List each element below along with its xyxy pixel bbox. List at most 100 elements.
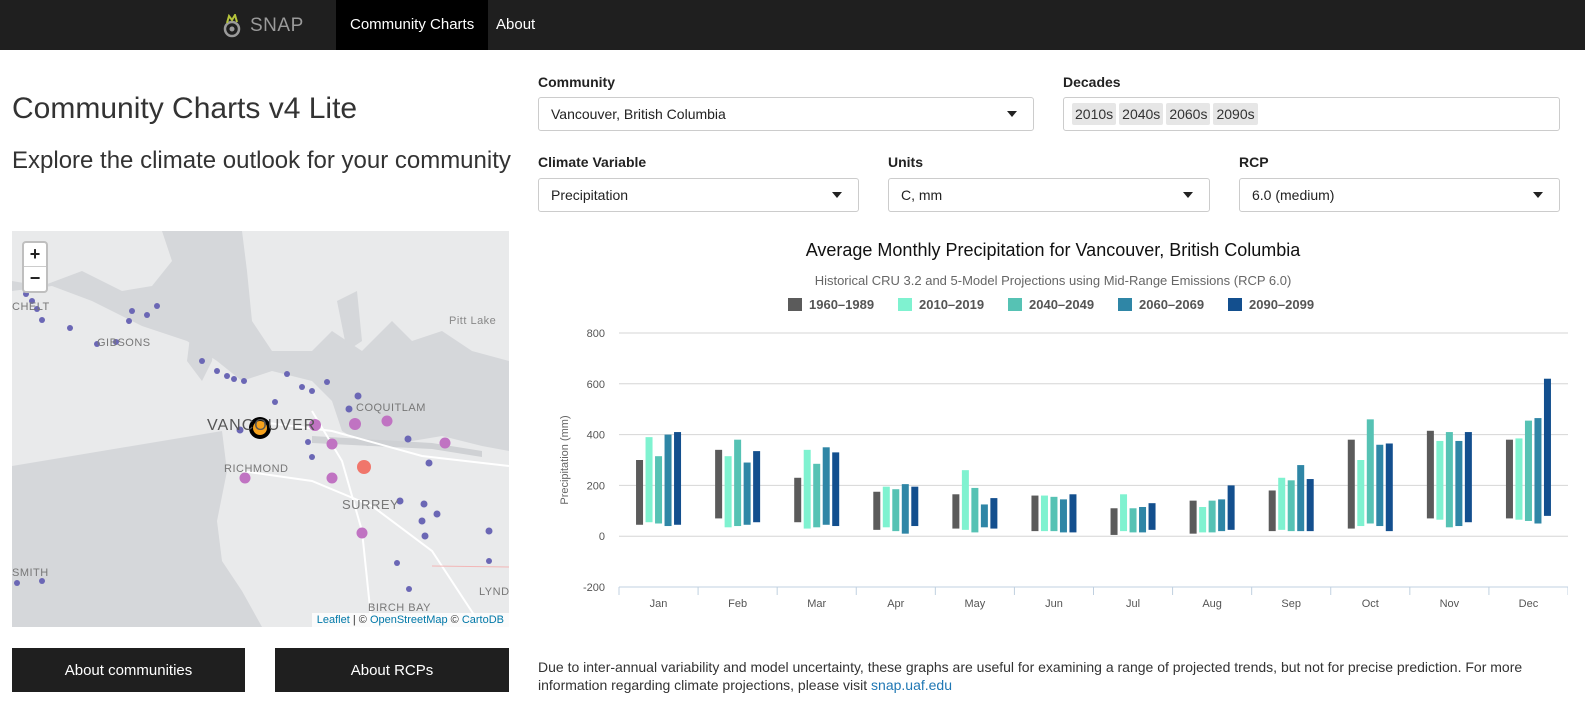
bar <box>664 434 672 527</box>
rcp-value: 6.0 (medium) <box>1252 187 1335 203</box>
brand-text: SNAP <box>250 15 304 36</box>
bar <box>1287 480 1295 532</box>
bar <box>1376 444 1384 527</box>
bar <box>1347 439 1355 529</box>
bar <box>1515 438 1523 520</box>
bar <box>1031 495 1039 532</box>
x-tick-label: Mar <box>807 598 826 610</box>
bar <box>1227 485 1235 530</box>
footnote: Due to inter-annual variability and mode… <box>538 658 1568 694</box>
rcp-label: RCP <box>1239 154 1269 170</box>
legend-swatch <box>898 298 912 311</box>
bar <box>832 452 840 527</box>
climate-variable-label: Climate Variable <box>538 154 647 170</box>
bar <box>1129 508 1137 533</box>
bar <box>753 451 761 523</box>
tab-community-charts[interactable]: Community Charts <box>336 0 489 50</box>
bar <box>1199 506 1207 533</box>
bar <box>1050 496 1058 532</box>
y-tick-label: -200 <box>583 582 605 594</box>
top-navbar: SNAP Community Charts About <box>0 0 1585 50</box>
chevron-down-icon <box>1007 111 1017 117</box>
bar <box>1366 419 1374 524</box>
bar <box>813 463 821 528</box>
bar <box>1110 508 1118 535</box>
bar <box>1357 460 1365 527</box>
bar <box>655 456 663 524</box>
bar <box>1426 430 1434 519</box>
map-label-vancouver: VANCOUVER <box>207 417 317 434</box>
legend-swatch <box>788 298 802 311</box>
decade-tag[interactable]: 2090s <box>1213 103 1258 125</box>
y-tick-label: 600 <box>587 379 605 391</box>
map-zoom-control: + − <box>22 241 48 293</box>
x-tick-label: Feb <box>728 598 747 610</box>
legend-swatch <box>1118 298 1132 311</box>
x-tick-label: May <box>964 598 985 610</box>
decades-label: Decades <box>1063 74 1121 90</box>
footnote-text: Due to inter-annual variability and mode… <box>538 659 1523 693</box>
bar <box>1306 479 1314 532</box>
bar <box>971 487 979 533</box>
page-subtitle: Explore the climate outlook for your com… <box>12 147 511 174</box>
bar <box>1040 495 1048 532</box>
decade-tag[interactable]: 2040s <box>1119 103 1164 125</box>
y-tick-label: 0 <box>599 531 605 543</box>
bar <box>901 484 909 534</box>
cartodb-link[interactable]: CartoDB <box>462 614 504 626</box>
bar <box>1208 500 1216 533</box>
climate-variable-select[interactable]: Precipitation <box>538 178 859 212</box>
decade-tag[interactable]: 2010s <box>1072 103 1117 125</box>
decades-multiselect[interactable]: 2010s 2040s 2060s 2090s <box>1063 97 1560 131</box>
bar <box>1139 506 1147 533</box>
bar <box>1069 494 1077 533</box>
bar <box>882 486 890 528</box>
chevron-down-icon <box>1183 192 1193 198</box>
y-axis-label: Precipitation (mm) <box>559 415 571 504</box>
leaflet-link[interactable]: Leaflet <box>317 614 350 626</box>
bar <box>911 486 919 527</box>
map-label-pitt-lake: Pitt Lake <box>449 315 497 327</box>
precipitation-chart: Average Monthly Precipitation for Vancou… <box>538 232 1568 622</box>
community-map[interactable]: CHELT GIBSONS Pitt Lake VANCOUVER COQUIT… <box>12 231 509 627</box>
bar <box>1455 440 1463 527</box>
x-tick-label: Jan <box>650 598 668 610</box>
legend-label: 2010–2019 <box>919 297 984 312</box>
osm-link[interactable]: OpenStreetMap <box>370 614 448 626</box>
zoom-out-button[interactable]: − <box>24 267 46 291</box>
bar <box>1534 418 1542 524</box>
x-tick-label: Nov <box>1440 598 1460 610</box>
map-label-surrey: SURREY <box>342 497 400 512</box>
bar <box>1464 432 1472 523</box>
legend-label: 2060–2069 <box>1139 297 1204 312</box>
units-label: Units <box>888 154 923 170</box>
bar <box>990 498 998 529</box>
bar <box>1297 465 1305 532</box>
snap-logo[interactable]: SNAP <box>222 12 304 40</box>
snap-flame-icon <box>223 14 241 38</box>
bar <box>952 494 960 529</box>
rcp-select[interactable]: 6.0 (medium) <box>1239 178 1560 212</box>
y-tick-label: 800 <box>587 328 605 340</box>
legend-label: 2040–2049 <box>1029 297 1094 312</box>
units-select[interactable]: C, mm <box>888 178 1210 212</box>
map-attribution: Leaflet | © OpenStreetMap © CartoDB <box>311 613 509 627</box>
y-tick-label: 400 <box>587 430 605 442</box>
community-select-value: Vancouver, British Columbia <box>551 106 726 122</box>
zoom-in-button[interactable]: + <box>24 243 46 267</box>
about-communities-button[interactable]: About communities <box>12 648 245 692</box>
community-select[interactable]: Vancouver, British Columbia <box>538 97 1034 131</box>
chevron-down-icon <box>1533 192 1543 198</box>
snap-link[interactable]: snap.uaf.edu <box>871 677 952 693</box>
bar <box>724 456 732 528</box>
chevron-down-icon <box>832 192 842 198</box>
bar <box>1436 440 1444 520</box>
bar <box>794 477 802 523</box>
tab-about[interactable]: About <box>482 0 549 50</box>
bar <box>1268 490 1276 532</box>
page-title: Community Charts v4 Lite <box>12 92 358 125</box>
decade-tag[interactable]: 2060s <box>1166 103 1211 125</box>
about-rcps-button[interactable]: About RCPs <box>275 648 509 692</box>
legend-label: 1960–1989 <box>809 297 874 312</box>
x-tick-label: Dec <box>1519 598 1539 610</box>
